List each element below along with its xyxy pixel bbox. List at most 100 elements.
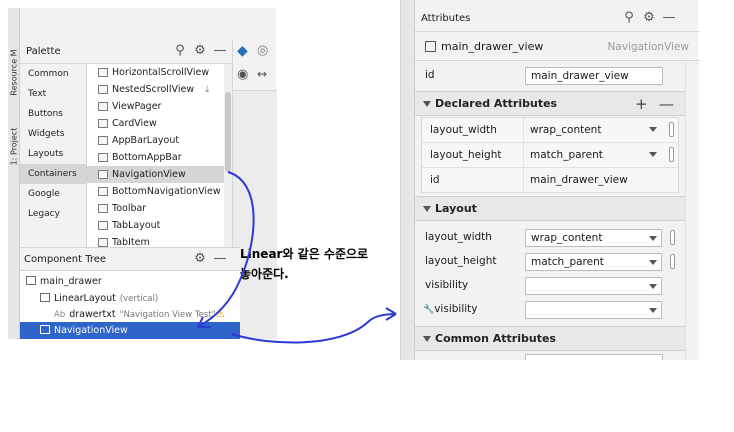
chevron-down-icon <box>649 260 657 265</box>
palette-items: HorizontalScrollView NestedScrollView ⤓ V… <box>87 64 232 254</box>
attr-name: layout_width <box>425 231 492 243</box>
common-attr-field[interactable] <box>525 354 663 360</box>
tree-node-linearlayout[interactable]: LinearLayout (vertical) <box>20 290 240 307</box>
remove-icon[interactable]: — <box>659 95 674 113</box>
resource-picker-button[interactable] <box>670 230 675 245</box>
layout-width-row: layout_width wrap_content <box>415 226 685 250</box>
declared-row[interactable]: layout_height match_parent <box>422 143 678 168</box>
tree-node-navigationview[interactable]: NavigationView <box>20 322 240 339</box>
palette-item[interactable]: BottomNavigationView <box>87 183 232 200</box>
category-common[interactable]: Common <box>20 64 86 84</box>
palette-categories: Common Text Buttons Widgets Layouts Cont… <box>20 64 87 254</box>
attributes-title: Attributes <box>421 13 471 24</box>
resource-picker-button[interactable] <box>669 122 674 137</box>
palette-item[interactable]: HorizontalScrollView <box>87 64 232 81</box>
dropdown-button[interactable] <box>644 121 660 139</box>
widget-icon <box>98 85 108 94</box>
category-legacy[interactable]: Legacy <box>20 204 86 224</box>
palette-item[interactable]: Toolbar <box>87 200 232 217</box>
dropdown-button[interactable] <box>644 146 660 164</box>
layout-width-select[interactable]: wrap_content <box>525 229 662 247</box>
id-field[interactable]: main_drawer_view <box>525 67 663 85</box>
attr-name: layout_height <box>430 149 502 161</box>
declared-row[interactable]: layout_width wrap_content <box>422 118 678 143</box>
palette-item[interactable]: CardView <box>87 115 232 132</box>
palette-item-navigationview[interactable]: NavigationView <box>87 166 232 183</box>
category-text[interactable]: Text <box>20 84 86 104</box>
resource-picker-button[interactable] <box>669 147 674 162</box>
gear-icon[interactable]: ⚙ <box>192 251 208 267</box>
widget-icon <box>98 153 108 162</box>
minimize-icon[interactable]: — <box>212 43 228 59</box>
warning-icon[interactable]: ⚠ <box>216 306 225 323</box>
attr-value[interactable]: match_parent <box>523 143 643 167</box>
attr-value[interactable]: main_drawer_view <box>523 168 643 192</box>
id-row: id main_drawer_view <box>415 64 685 88</box>
attr-name: layout_height <box>425 255 497 267</box>
project-tab[interactable]: 1: Project <box>8 116 20 176</box>
attributes-header: Attributes ⚲ ⚙ — <box>415 7 699 32</box>
palette-item[interactable]: NestedScrollView ⤓ <box>87 81 232 98</box>
category-containers[interactable]: Containers <box>20 164 86 184</box>
component-name: main_drawer_view <box>441 40 544 53</box>
category-buttons[interactable]: Buttons <box>20 104 86 124</box>
drawer-layout-icon <box>26 276 36 285</box>
category-widgets[interactable]: Widgets <box>20 124 86 144</box>
minimize-icon[interactable]: — <box>212 251 228 267</box>
layers-icon[interactable]: ◆ <box>237 43 248 59</box>
palette-item[interactable]: TabLayout <box>87 217 232 234</box>
section-title: Common Attributes <box>435 332 556 345</box>
eye-icon[interactable]: ◉ <box>237 67 248 82</box>
attr-value[interactable]: wrap_content <box>523 118 643 142</box>
search-icon[interactable]: ⚲ <box>621 10 637 26</box>
palette-item[interactable]: AppBarLayout <box>87 132 232 149</box>
resource-picker-button[interactable] <box>670 254 675 269</box>
declared-row[interactable]: id main_drawer_view <box>422 168 678 193</box>
category-google[interactable]: Google <box>20 184 86 204</box>
component-tree: main_drawer LinearLayout (vertical) Ab dra… <box>20 271 240 339</box>
tree-node-drawertxt[interactable]: Ab drawertxt "Navigation View Test" ⚠ <box>20 306 240 323</box>
tools-visibility-select[interactable] <box>525 301 662 319</box>
attr-name: id <box>430 174 440 186</box>
attr-name: visibility <box>425 279 469 291</box>
layout-height-select[interactable]: match_parent <box>525 253 662 271</box>
collapse-triangle-icon[interactable] <box>423 101 431 107</box>
layout-section[interactable]: Layout <box>415 196 685 221</box>
collapse-triangle-icon[interactable] <box>423 336 431 342</box>
palette-scroll-thumb[interactable] <box>225 92 231 172</box>
palette-item[interactable]: ViewPager <box>87 98 232 115</box>
widget-icon <box>98 102 108 111</box>
common-attributes-section[interactable]: Common Attributes <box>415 326 685 351</box>
declared-attributes-table: layout_width wrap_content layout_height … <box>421 117 679 193</box>
tool-window-strip: Resource M 1: Project <box>8 8 20 339</box>
visibility-select[interactable] <box>525 277 662 295</box>
declared-attributes-section[interactable]: Declared Attributes + — <box>415 91 685 116</box>
category-layouts[interactable]: Layouts <box>20 144 86 164</box>
collapse-triangle-icon[interactable] <box>423 206 431 212</box>
visibility-row: visibility <box>415 274 685 298</box>
minimize-icon[interactable]: — <box>661 10 677 26</box>
widget-icon <box>98 187 108 196</box>
widget-icon <box>98 221 108 230</box>
download-icon[interactable]: ⤓ <box>205 81 209 98</box>
section-title: Declared Attributes <box>435 97 558 110</box>
pan-icon[interactable]: ↔ <box>257 67 267 81</box>
layout-height-row: layout_height match_parent <box>415 250 685 274</box>
tree-node-main-drawer[interactable]: main_drawer <box>20 273 240 290</box>
add-icon[interactable]: + <box>635 95 648 113</box>
resource-manager-tab[interactable]: Resource M <box>8 42 20 102</box>
component-tree-header: Component Tree ⚙ — <box>20 247 240 271</box>
widget-icon <box>98 119 108 128</box>
wrench-icon: 🔧 <box>423 305 435 315</box>
arrowhead <box>385 307 397 321</box>
attributes-scrollbar[interactable] <box>685 62 699 360</box>
palette-item[interactable]: BottomAppBar <box>87 149 232 166</box>
blueprint-icon[interactable]: ◎ <box>257 43 268 58</box>
chevron-down-icon <box>649 152 657 157</box>
gear-icon[interactable]: ⚙ <box>641 10 657 26</box>
chevron-down-icon <box>649 127 657 132</box>
selected-component-row: main_drawer_view NavigationView <box>415 33 699 61</box>
search-icon[interactable]: ⚲ <box>172 43 188 59</box>
palette-header: Palette ⚲ ⚙ — <box>20 40 240 64</box>
gear-icon[interactable]: ⚙ <box>192 43 208 59</box>
